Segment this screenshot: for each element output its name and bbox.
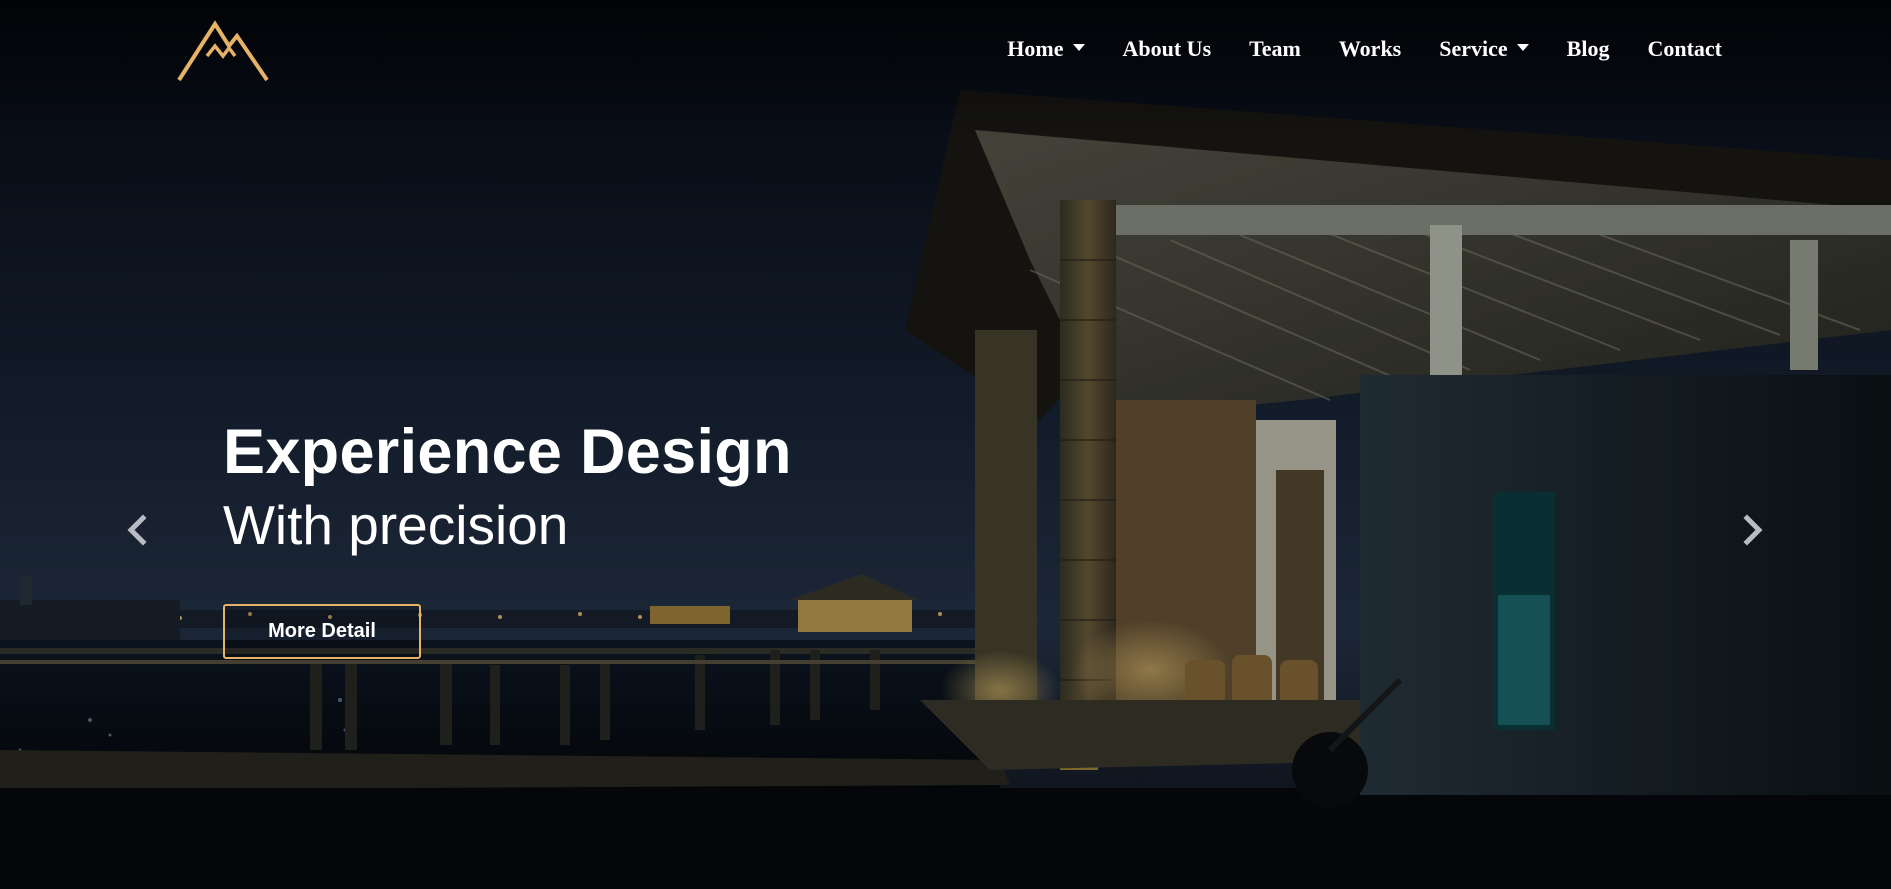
nav-item-service[interactable]: Service [1420,36,1547,62]
nav-item-label: Blog [1566,36,1610,61]
hero-title: Experience Design [223,417,792,487]
nav-item-works[interactable]: Works [1320,36,1420,62]
nav-item-label: Contact [1647,36,1722,61]
nav-item-blog[interactable]: Blog [1548,36,1629,62]
hero-caption: Experience Design With precision [223,417,792,557]
nav-item-team[interactable]: Team [1230,36,1320,62]
chevron-left-icon[interactable] [123,512,153,548]
nav-item-label: About Us [1122,36,1212,61]
nav-item-label: Service [1439,36,1508,61]
caret-down-icon [1072,43,1085,51]
navbar: Home About Us Team Works Service Blog Co… [0,0,1891,105]
caret-down-icon [1516,43,1529,51]
hero-subtitle: With precision [223,494,569,557]
nav-item-label: Works [1338,36,1402,61]
nav-item-label: Home [1007,36,1064,61]
nav-item-home[interactable]: Home [988,36,1103,62]
nav-item-about-us[interactable]: About Us [1104,36,1231,62]
mountain-peak-logo-icon[interactable] [177,20,269,82]
more-detail-label: More Detail [268,620,376,642]
hero-slider: Home About Us Team Works Service Blog Co… [0,0,1891,889]
chevron-right-icon[interactable] [1737,512,1767,548]
more-detail-button[interactable]: More Detail [223,604,421,659]
nav-item-label: Team [1249,36,1301,61]
nav-item-contact[interactable]: Contact [1628,36,1741,62]
nav-menu: Home About Us Team Works Service Blog Co… [988,36,1741,62]
